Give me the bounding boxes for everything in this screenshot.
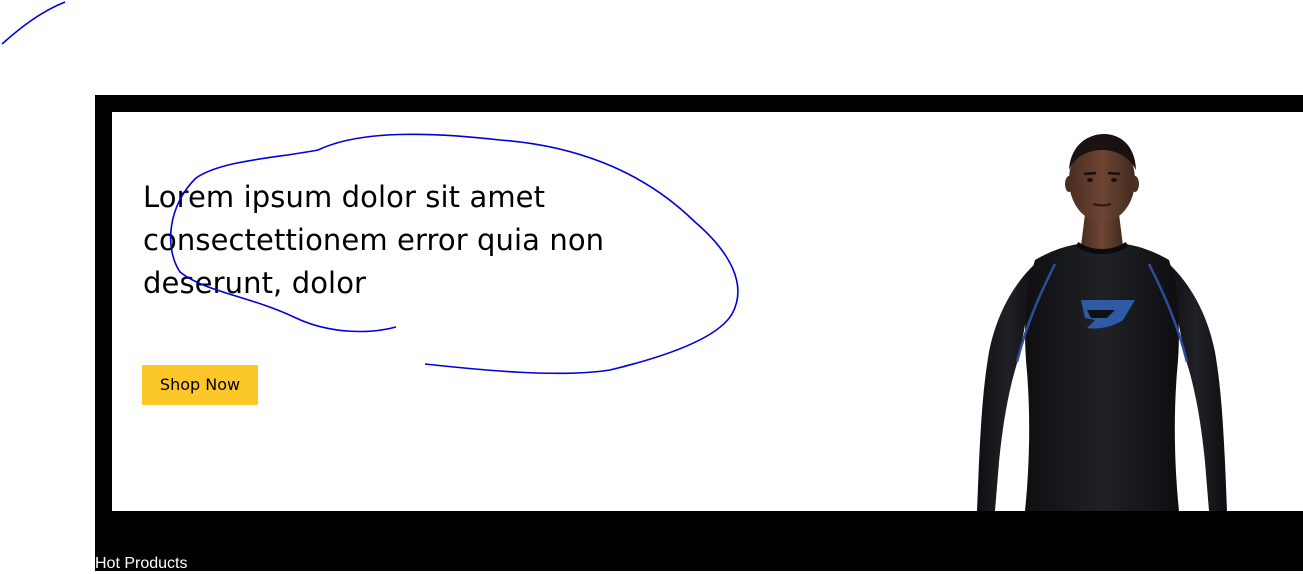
- shop-now-button[interactable]: Shop Now: [142, 365, 258, 405]
- hero-headline: Lorem ipsum dolor sit amet consectettion…: [143, 180, 605, 300]
- model-image: [977, 134, 1227, 511]
- pen-stroke-corner: [1, 1, 66, 45]
- hero-banner: Lorem ipsum dolor sit amet consectettion…: [95, 95, 1303, 571]
- section-title-hot-products: Hot Products: [95, 555, 188, 572]
- hero-panel: Lorem ipsum dolor sit amet consectettion…: [112, 112, 1303, 511]
